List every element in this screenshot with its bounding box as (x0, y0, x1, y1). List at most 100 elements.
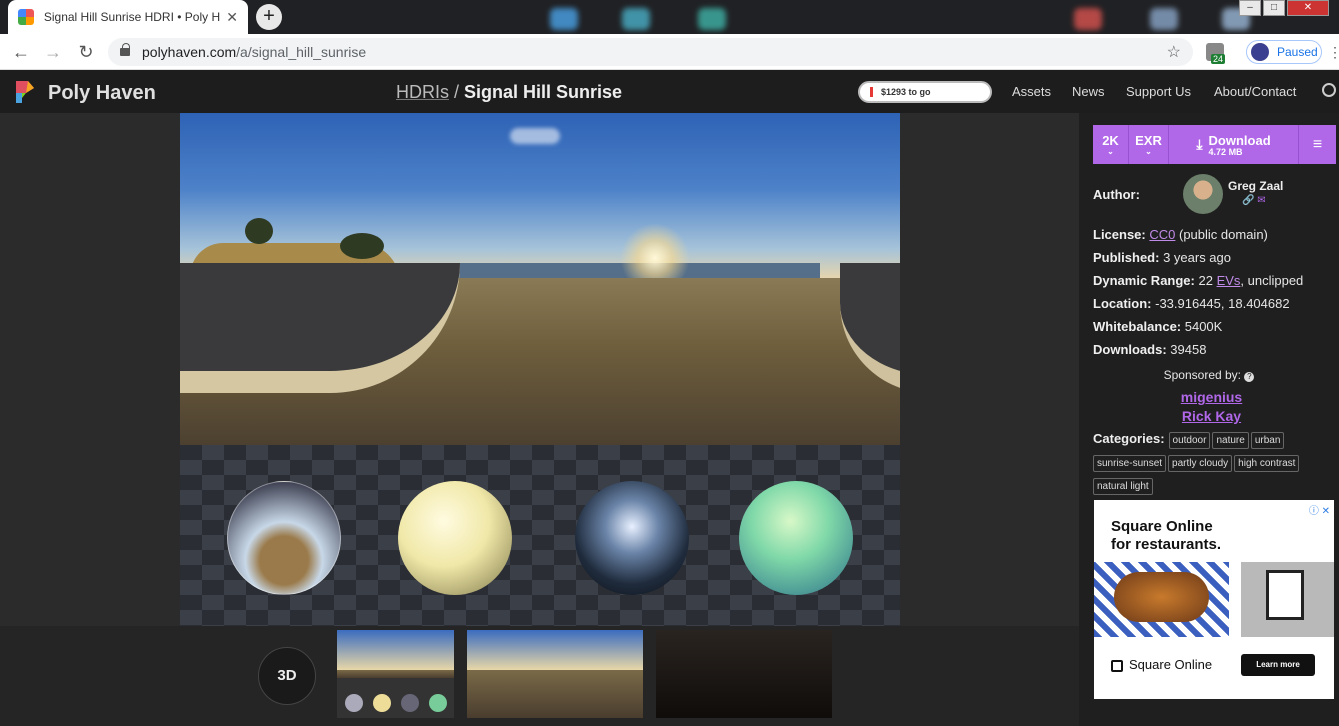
polyhaven-favicon-icon (18, 9, 34, 25)
avatar[interactable] (1183, 174, 1223, 214)
dynamic-range-row: Dynamic Range: 22 EVs, unclipped (1093, 273, 1304, 288)
nav-assets[interactable]: Assets (1012, 84, 1051, 99)
lock-icon[interactable] (120, 43, 130, 56)
sponsor-link[interactable]: migenius (1079, 389, 1339, 405)
thumbnail-interior[interactable] (656, 630, 832, 718)
extension-badge: 24 (1211, 54, 1226, 64)
ad-choices-icon[interactable]: ⓘ ✕ (1309, 502, 1330, 517)
close-icon[interactable]: ✕ (226, 9, 238, 26)
blurred-app-icon (1074, 8, 1102, 30)
tab-title: Signal Hill Sunrise HDRI • Poly Haven (43, 10, 221, 24)
hdri-preview-image[interactable] (180, 113, 900, 626)
category-tag[interactable]: nature (1212, 432, 1249, 449)
blurred-app-icon (622, 8, 650, 30)
bookmark-star-icon[interactable]: ☆ (1167, 42, 1181, 62)
login-icon[interactable] (1322, 83, 1336, 97)
ad-brand: Square Online (1129, 657, 1213, 672)
license-link[interactable]: CC0 (1149, 227, 1175, 242)
diffuse-sphere (398, 481, 512, 595)
browser-tab-strip: Signal Hill Sunrise HDRI • Poly Haven ✕ … (0, 0, 1339, 34)
chrome-sphere (575, 481, 689, 595)
maximize-icon[interactable]: □ (1263, 0, 1285, 16)
ad-headline: Square Online for restaurants. (1111, 518, 1222, 553)
breadcrumb: HDRIs / Signal Hill Sunrise (396, 82, 622, 103)
preview-tree (245, 218, 273, 244)
breadcrumb-separator: / (449, 82, 465, 102)
category-tag[interactable]: natural light (1093, 478, 1153, 495)
breadcrumb-hdris-link[interactable]: HDRIs (396, 82, 449, 102)
thumbnail-sphere (373, 694, 391, 712)
thumbnail-sphere (345, 694, 363, 712)
format-dropdown[interactable]: EXR ⌄ (1129, 125, 1169, 164)
avatar (1251, 43, 1269, 61)
download-size: 4.72 MB (1208, 146, 1243, 157)
ad-food-plate (1114, 572, 1209, 622)
published-row: Published: 3 years ago (1093, 250, 1231, 265)
category-tag[interactable]: high contrast (1234, 455, 1300, 472)
polyhaven-logo-icon[interactable] (12, 79, 36, 105)
reload-icon[interactable]: ↻ (75, 41, 97, 63)
download-bar: 2K ⌄ EXR ⌄ ⤓ Download 4.72 MB ≡ (1093, 125, 1336, 164)
thumbnail-sphere (401, 694, 419, 712)
nav-support-us[interactable]: Support Us (1126, 84, 1191, 99)
asset-info-sidebar: 2K ⌄ EXR ⌄ ⤓ Download 4.72 MB ≡ Author: … (1079, 113, 1339, 726)
thumbnail-sky (467, 630, 643, 670)
qr-code-icon (1266, 570, 1304, 620)
thumbnail-spheres[interactable] (337, 630, 454, 718)
link-icon[interactable]: 🔗 (1242, 195, 1254, 206)
minimize-icon[interactable]: – (1239, 0, 1261, 16)
back-arrow-icon[interactable]: ← (10, 41, 32, 63)
preview-thumbnail-bar: 3D (0, 626, 1079, 726)
page-title: Signal Hill Sunrise (464, 82, 623, 102)
download-button[interactable]: ⤓ Download 4.72 MB (1169, 125, 1299, 164)
browser-tab[interactable]: Signal Hill Sunrise HDRI • Poly Haven ✕ (8, 0, 248, 34)
categories: Categories: outdoor nature urban sunrise-sun… (1093, 430, 1333, 499)
new-tab-button[interactable]: + (256, 4, 282, 30)
url-input[interactable]: polyhaven.com/a/signal_hill_sunrise ☆ (108, 38, 1193, 66)
funding-progress-button[interactable]: $1293 to go (858, 81, 992, 103)
sponsor-link[interactable]: Rick Kay (1079, 408, 1339, 424)
category-tag[interactable]: outdoor (1168, 432, 1211, 449)
whitebalance-row: Whitebalance: 5400K (1093, 319, 1223, 334)
format-value: EXR (1135, 133, 1162, 148)
download-icon: ⤓ (1196, 136, 1203, 152)
category-tag[interactable]: sunrise-sunset (1093, 455, 1167, 472)
ad-learn-more-button[interactable]: Learn more (1241, 654, 1315, 676)
evs-link[interactable]: EVs (1217, 273, 1241, 288)
license-row: License: CC0 (public domain) (1093, 227, 1268, 242)
email-icon[interactable]: ✉ (1257, 195, 1265, 206)
window-close-icon[interactable]: ✕ (1287, 0, 1329, 16)
blurred-app-icon (698, 8, 726, 30)
thumbnail-ground (467, 669, 643, 718)
thumbnail-ground (337, 669, 454, 679)
address-bar: ← → ↻ polyhaven.com/a/signal_hill_sunris… (0, 34, 1339, 70)
preview-tree (340, 233, 384, 259)
nav-about-contact[interactable]: About/Contact (1214, 84, 1296, 99)
help-icon[interactable]: ? (1244, 372, 1255, 382)
glass-sphere (227, 481, 341, 595)
blurred-app-icon (550, 8, 578, 30)
view-3d-button[interactable]: 3D (258, 647, 316, 705)
advertisement[interactable]: ⓘ ✕ Square Online for restaurants. Square… (1094, 500, 1334, 699)
download-label: Download (1208, 132, 1271, 148)
hamburger-menu-icon[interactable]: ≡ (1299, 125, 1336, 164)
profile-button[interactable]: Paused (1246, 40, 1322, 64)
url-text: polyhaven.com/a/signal_hill_sunrise (142, 44, 367, 60)
thumbnail-panorama[interactable] (467, 630, 643, 718)
category-tag[interactable]: partly cloudy (1168, 455, 1233, 472)
author-links: 🔗 ✉ (1242, 195, 1266, 206)
asset-viewer: 3D (0, 113, 1079, 726)
profile-status: Paused (1277, 45, 1318, 59)
author-label: Author: (1093, 187, 1140, 202)
browser-menu-icon[interactable]: ⋮ (1328, 44, 1339, 61)
resolution-dropdown[interactable]: 2K ⌄ (1093, 125, 1129, 164)
chevron-down-icon: ⌄ (1145, 147, 1152, 156)
funding-progress-fill (870, 87, 873, 97)
category-tag[interactable]: urban (1250, 432, 1285, 449)
forward-arrow-icon[interactable]: → (42, 41, 64, 63)
author-name[interactable]: Greg Zaal (1228, 179, 1283, 193)
thumbnail-sphere (429, 694, 447, 712)
window-controls: – □ ✕ (1237, 0, 1329, 16)
site-brand[interactable]: Poly Haven (48, 82, 156, 105)
nav-news[interactable]: News (1072, 84, 1105, 99)
